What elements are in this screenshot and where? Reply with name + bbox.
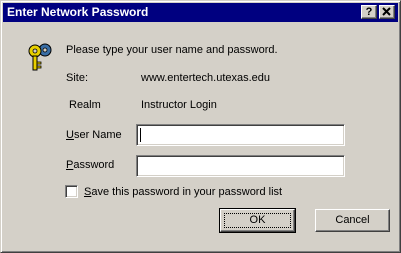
dialog-title: Enter Network Password: [7, 5, 149, 19]
save-password-label-rest: ave this password in your password list: [91, 186, 283, 198]
prompt-text: Please type your user name and password.: [66, 44, 278, 56]
realm-label: Realm: [69, 99, 101, 111]
realm-value: Instructor Login: [141, 99, 217, 111]
cancel-button[interactable]: Cancel: [315, 209, 390, 232]
password-label-rest: assword: [73, 159, 115, 171]
password-label: Password: [66, 158, 114, 172]
save-password-checkbox[interactable]: [65, 185, 78, 198]
text-caret: [140, 128, 141, 142]
ok-button[interactable]: OK: [219, 208, 296, 233]
site-label: Site:: [66, 72, 89, 84]
username-input[interactable]: [136, 124, 345, 146]
title-bar[interactable]: Enter Network Password ?: [3, 3, 398, 22]
close-button[interactable]: [379, 5, 395, 19]
close-icon: [382, 7, 391, 16]
cancel-button-label: Cancel: [335, 214, 370, 226]
username-label-rest: ser Name: [73, 129, 122, 141]
username-label-accesskey: U: [66, 129, 74, 141]
help-button[interactable]: ?: [361, 5, 377, 19]
username-label: User Name: [66, 128, 122, 142]
keys-icon: [28, 43, 52, 71]
password-input[interactable]: [136, 155, 345, 177]
network-password-dialog: Enter Network Password ? Please type you…: [0, 0, 401, 253]
save-password-label[interactable]: Save this password in your password list: [84, 185, 282, 199]
site-value: www.entertech.utexas.edu: [141, 72, 271, 84]
focus-rectangle: [224, 213, 291, 228]
